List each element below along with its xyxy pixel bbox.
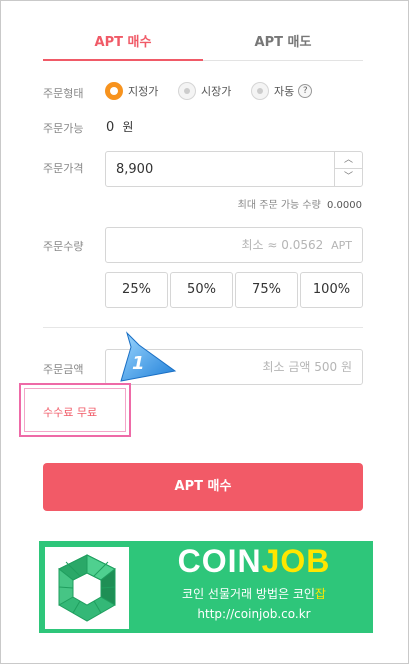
- quantity-label: 주문수량: [43, 240, 84, 253]
- fee-text: 수수료 무료: [43, 406, 98, 419]
- divider: [43, 327, 363, 328]
- banner-url[interactable]: http://coinjob.co.kr: [135, 607, 373, 621]
- banner-title: COINJOB: [135, 543, 373, 580]
- radio-limit-label: 지정가: [128, 85, 159, 98]
- radio-auto-circle: [251, 82, 269, 100]
- banner-subtitle: 코인 선물거래 방법은 코인잡: [135, 585, 373, 602]
- quantity-unit: APT: [331, 239, 352, 252]
- radio-auto[interactable]: 자동 ?: [251, 81, 313, 101]
- percent-50-button[interactable]: 50%: [170, 272, 233, 308]
- radio-auto-label: 자동: [274, 85, 295, 98]
- percent-100-button[interactable]: 100%: [300, 272, 363, 308]
- quantity-input[interactable]: 최소 ≈ 0.0562 APT: [105, 227, 363, 263]
- buy-button[interactable]: APT 매수: [43, 463, 363, 511]
- radio-limit-circle: [105, 82, 123, 100]
- available-amount: 0 원: [106, 118, 133, 135]
- banner-title-job: JOB: [261, 543, 331, 579]
- amount-placeholder: 최소 금액 500 원: [262, 360, 352, 374]
- available-unit: 원: [122, 120, 134, 134]
- banner-subtitle-highlight: 잡: [314, 587, 326, 601]
- radio-market-circle: [178, 82, 196, 100]
- quantity-min-text: 최소 ≈ 0.0562: [241, 238, 324, 252]
- annotation-arrow-icon: [120, 331, 177, 382]
- price-field: ︿ ﹀: [105, 151, 363, 187]
- max-qty-label: 최대 주문 가능 수량: [237, 200, 321, 211]
- chevron-down-icon[interactable]: ﹀: [335, 169, 362, 186]
- price-stepper: ︿ ﹀: [334, 152, 362, 186]
- percent-75-button[interactable]: 75%: [235, 272, 298, 308]
- percent-25-button[interactable]: 25%: [105, 272, 168, 308]
- max-qty-row: 최대 주문 가능 수량 0.0000: [238, 196, 362, 211]
- max-qty-value: 0.0000: [327, 200, 362, 211]
- tab-sell[interactable]: APT 매도: [203, 25, 363, 61]
- order-panel: APT 매수 APT 매도 주문형태 지정가 시장가 자동 ? 주문가능 0 원…: [0, 0, 409, 664]
- quantity-placeholder: 최소 ≈ 0.0562 APT: [242, 228, 352, 262]
- help-icon[interactable]: ?: [298, 84, 313, 98]
- price-input[interactable]: [106, 152, 362, 186]
- radio-market[interactable]: 시장가: [178, 81, 231, 101]
- annotation-number: 1: [132, 353, 145, 374]
- banner-title-coin: COIN: [177, 543, 262, 579]
- banner-subtitle-main: 코인 선물거래 방법은 코인: [182, 587, 315, 601]
- order-type-label: 주문형태: [43, 87, 84, 100]
- coinjob-banner[interactable]: COINJOB 코인 선물거래 방법은 코인잡 http://coinjob.c…: [39, 541, 373, 633]
- tab-buy[interactable]: APT 매수: [43, 25, 203, 61]
- radio-market-label: 시장가: [201, 85, 232, 98]
- available-label: 주문가능: [43, 122, 84, 135]
- price-label: 주문가격: [43, 162, 84, 175]
- radio-limit[interactable]: 지정가: [105, 81, 158, 101]
- available-value: 0: [106, 120, 115, 135]
- coinjob-logo-icon: [45, 547, 129, 629]
- amount-label: 주문금액: [43, 363, 84, 376]
- chevron-up-icon[interactable]: ︿: [335, 152, 362, 169]
